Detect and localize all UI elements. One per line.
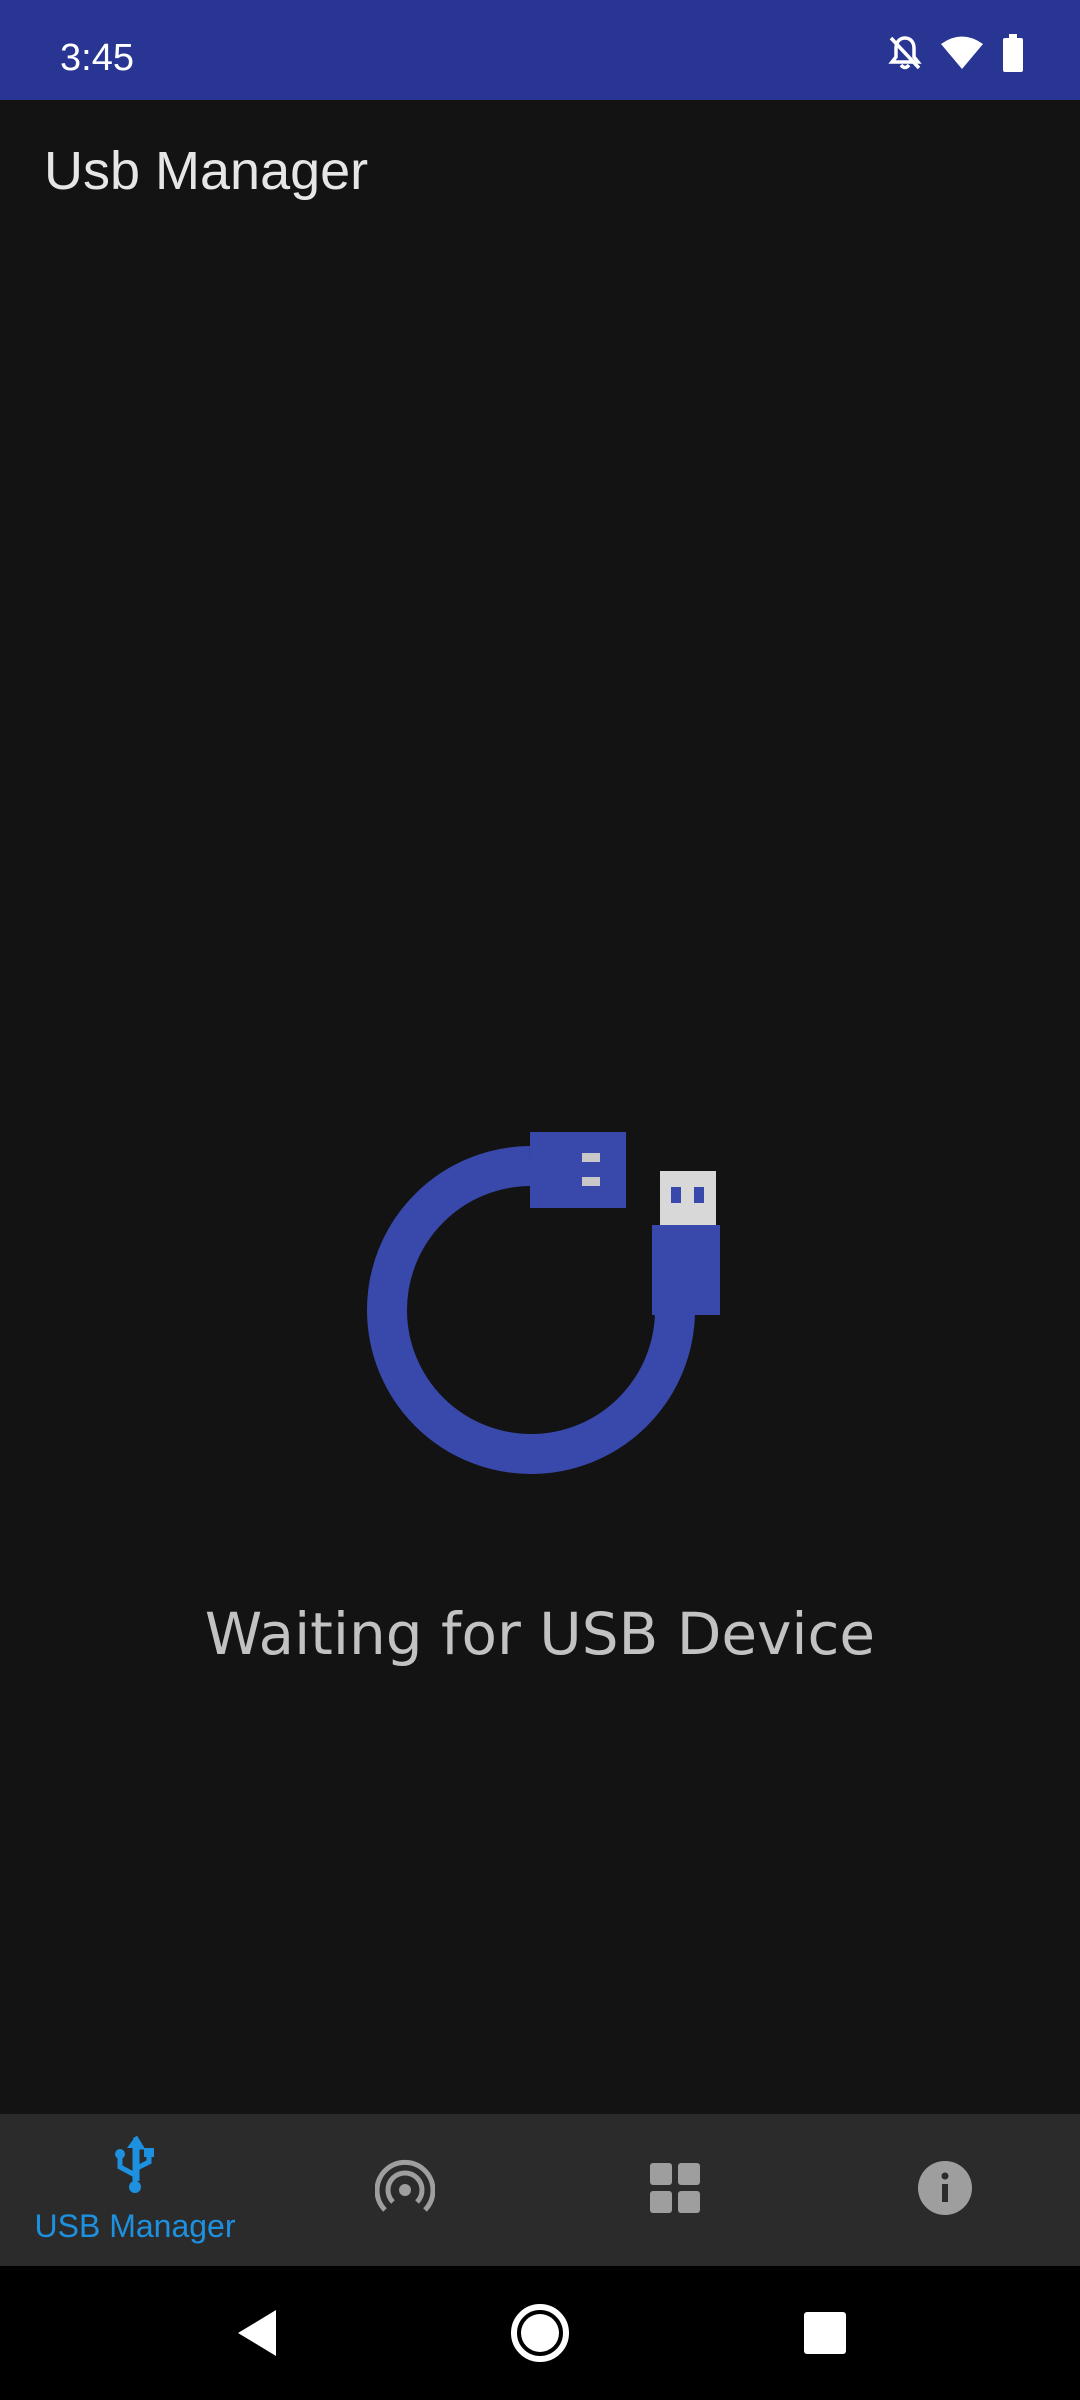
nav-label-usb-manager: USB Manager: [34, 2208, 236, 2244]
usb-cable-icon: [360, 1125, 724, 1485]
back-icon[interactable]: [226, 2300, 292, 2366]
status-icons: [888, 34, 1024, 77]
battery-icon: [1002, 34, 1024, 77]
app-title: Usb Manager: [44, 141, 369, 201]
info-icon: [916, 2159, 974, 2222]
wifi-icon: [940, 35, 984, 76]
nav-item-info[interactable]: [810, 2114, 1080, 2266]
notifications-off-icon: [888, 35, 922, 76]
grid-icon: [648, 2161, 702, 2220]
screen: 3:45 Usb Manager Waiting for USB Device …: [0, 0, 1080, 2400]
nav-item-grid[interactable]: [540, 2114, 810, 2266]
usb-icon: [111, 2135, 159, 2200]
system-navigation-bar: [0, 2266, 1080, 2400]
bottom-navigation: USB Manager: [0, 2114, 1080, 2266]
empty-state-message: Waiting for USB Device: [204, 1600, 876, 1668]
nav-item-broadcast[interactable]: [270, 2114, 540, 2266]
nav-item-usb-manager[interactable]: USB Manager: [0, 2114, 270, 2266]
status-bar: 3:45: [0, 0, 1080, 100]
status-time: 3:45: [60, 37, 134, 79]
broadcast-icon: [374, 2158, 436, 2223]
recents-icon[interactable]: [792, 2300, 858, 2366]
home-icon[interactable]: [507, 2300, 573, 2366]
